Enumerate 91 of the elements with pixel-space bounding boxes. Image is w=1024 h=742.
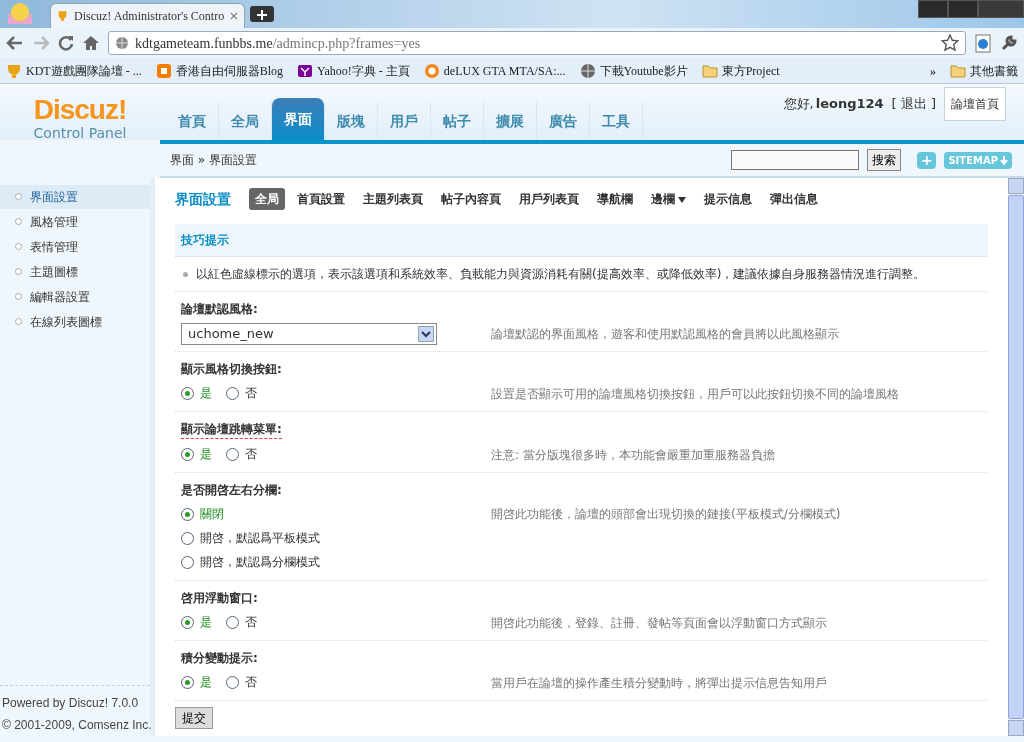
bookmark[interactable]: 東方Project xyxy=(701,61,780,80)
folder-icon xyxy=(701,62,718,79)
radio-option[interactable]: 開啓，默認爲平板模式 xyxy=(181,526,477,550)
radio-option[interactable]: 是 xyxy=(181,442,212,466)
radio-option[interactable]: 否 xyxy=(226,610,257,634)
sub-tab[interactable]: 首頁設置 xyxy=(291,188,351,210)
copyright-text: © 2001-2009, xyxy=(2,718,75,732)
sidebar-item[interactable]: 主題圖標 xyxy=(0,260,150,284)
new-tab-button[interactable] xyxy=(250,6,274,22)
sub-tab[interactable]: 主題列表頁 xyxy=(357,188,429,210)
submit-button[interactable]: 提交 xyxy=(175,707,213,729)
blogger-icon xyxy=(155,62,172,79)
trophy-icon xyxy=(6,62,22,79)
product-link[interactable]: Discuz! xyxy=(68,696,109,710)
overflow-chevron[interactable]: » xyxy=(930,61,936,80)
bookmark[interactable]: 香港自由伺服器Blog xyxy=(155,61,283,80)
bullet-icon xyxy=(183,271,188,277)
reload-icon[interactable] xyxy=(58,35,74,51)
radio-option[interactable]: 否 xyxy=(226,381,257,405)
url-text: kdtgameteam.funbbs.me/admincp.php?frames=yes xyxy=(135,34,421,53)
page-title: 界面設置 xyxy=(175,189,231,209)
caret-icon xyxy=(678,196,686,203)
breadcrumb: 界面 » 界面設置 xyxy=(170,152,257,169)
yahoo-icon xyxy=(297,62,313,79)
sub-tab[interactable]: 全局 xyxy=(249,188,285,210)
version-text: 7.0.0 xyxy=(111,696,139,710)
sub-tab[interactable]: 用戶列表頁 xyxy=(513,188,585,210)
setting-label: 啓用浮動窗口: xyxy=(181,590,258,607)
tab-title: Discuz! Administrator's Contro xyxy=(74,8,225,25)
setting-description: 論壇默認的界面風格，遊客和使用默認風格的會員將以此風格顯示 xyxy=(491,326,839,343)
style-select[interactable]: uchome_new xyxy=(181,323,437,345)
nav-tab[interactable]: 界面 xyxy=(272,98,325,140)
page-icon[interactable] xyxy=(974,33,992,53)
greeting: 您好, xyxy=(783,95,814,114)
setting-label: 顯示論壇跳轉菜單: xyxy=(181,420,282,439)
setting-label: 積分變動提示: xyxy=(181,650,258,667)
search-field[interactable] xyxy=(731,150,860,170)
bookmark[interactable]: 下載Youtube影片 xyxy=(579,61,688,80)
tips-heading: 技巧提示 xyxy=(175,224,988,257)
powered-by-text: Powered by xyxy=(2,696,66,710)
scrollbar[interactable] xyxy=(1008,178,1024,736)
sub-tab[interactable]: 提示信息 xyxy=(698,188,758,210)
setting-description: 設置是否顯示可用的論壇風格切換按鈕，用戶可以此按鈕切換不同的論壇風格 xyxy=(491,386,899,403)
bookmark[interactable]: KDT遊戲團隊論壇 - ... xyxy=(6,61,142,80)
sidebar-item[interactable]: 表情管理 xyxy=(0,235,150,259)
wrench-icon[interactable] xyxy=(1000,34,1018,52)
setting-description: 開啓此功能後，論壇的頭部會出現切換的鏈接(平板模式/分欄模式) xyxy=(491,506,841,523)
address-bar[interactable]: kdtgameteam.funbbs.me/admincp.php?frames=yes xyxy=(108,31,966,55)
back-icon[interactable] xyxy=(6,35,24,51)
sidebar-item[interactable]: 風格管理 xyxy=(0,210,150,234)
search-button[interactable]: 搜索 xyxy=(867,149,902,171)
logo-title: Discuz! xyxy=(32,96,128,124)
sidebar-item[interactable]: 在線列表圖標 xyxy=(0,310,150,334)
logout-link[interactable]: [ 退出 ] xyxy=(891,94,936,114)
globe-icon xyxy=(579,62,596,79)
radio-option[interactable]: 是 xyxy=(181,670,212,694)
home-icon[interactable] xyxy=(82,35,100,51)
company-link[interactable]: Comsenz Inc. xyxy=(78,718,152,732)
sub-tab[interactable]: 帖子內容頁 xyxy=(435,188,507,210)
logo-subtitle: Control Panel xyxy=(32,124,128,142)
sub-tab[interactable]: 導航欄 xyxy=(591,188,639,210)
setting-description: 注意: 當分版塊很多時，本功能會嚴重加重服務器負擔 xyxy=(491,447,775,464)
browser-tab[interactable]: Discuz! Administrator's Contro xyxy=(50,3,245,28)
radio-option[interactable]: 關閉 xyxy=(181,502,477,526)
radio-option[interactable]: 否 xyxy=(226,442,257,466)
radio-option[interactable]: 是 xyxy=(181,381,212,405)
trophy-icon xyxy=(57,9,68,23)
setting-label: 論壇默認風格: xyxy=(181,301,258,318)
setting-label: 顯示風格切換按鈕: xyxy=(181,361,282,378)
globe-icon xyxy=(115,36,129,50)
sub-tab[interactable]: 彈出信息 xyxy=(764,188,824,210)
close-icon[interactable] xyxy=(230,11,238,21)
folder-icon xyxy=(950,62,966,79)
bookmark[interactable]: deLUX GTA MTA/SA:... xyxy=(423,61,566,80)
down-arrow-icon xyxy=(1000,155,1008,165)
username: leong124 xyxy=(815,95,884,114)
bookmark[interactable]: 其他書籤 xyxy=(950,61,1018,80)
sub-tab[interactable]: 邊欄 xyxy=(645,188,692,210)
radio-option[interactable]: 否 xyxy=(226,670,257,694)
sidebar-item[interactable]: 編輯器設置 xyxy=(0,285,150,309)
star-icon[interactable] xyxy=(941,34,959,52)
plus-icon xyxy=(257,10,267,20)
setting-description: 開啓此功能後，登錄、註冊、發帖等頁面會以浮動窗口方式顯示 xyxy=(491,615,827,632)
forum-home-button[interactable]: 論壇首頁 xyxy=(944,87,1006,121)
setting-label: 是否開啓左右分欄: xyxy=(181,482,282,499)
tip-text: 以紅色虛線標示的選項，表示該選項和系統效率、負載能力與資源消耗有關(提高效率、或降低效率)，建議依據自身服務器情況進行調整。 xyxy=(196,266,926,283)
setting-description: 當用戶在論壇的操作產生積分變動時，將彈出提示信息告知用戶 xyxy=(491,675,827,692)
radio-option[interactable]: 是 xyxy=(181,610,212,634)
bookmark[interactable]: Yahoo!字典 - 主頁 xyxy=(297,61,410,80)
radio-option[interactable]: 開啓，默認爲分欄模式 xyxy=(181,550,477,574)
sidebar-item[interactable]: 界面設置 xyxy=(0,185,150,209)
